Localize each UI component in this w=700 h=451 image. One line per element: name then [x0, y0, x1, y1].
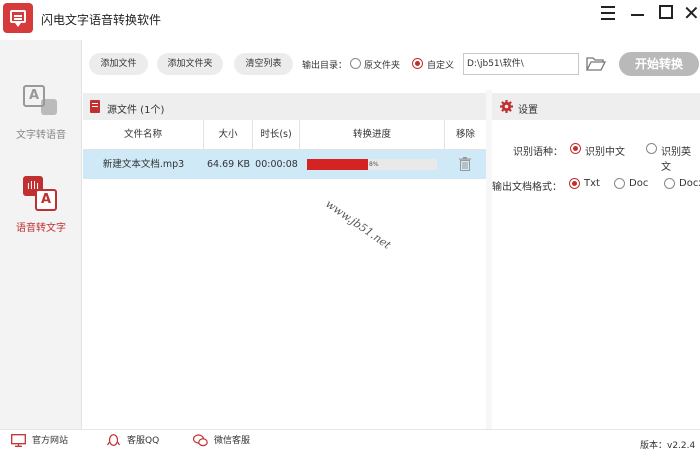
footer: 官方网站 客服QQ 微信客服 版本：v2.2.4: [0, 429, 700, 451]
text-to-speech-icon: A: [23, 83, 59, 119]
panel-divider: [486, 90, 492, 429]
output-dir-label: 输出目录：: [302, 61, 348, 71]
file-name-cell: 新建文本文档.mp3: [102, 159, 185, 170]
output-path-input[interactable]: D:\jb51\软件\: [463, 53, 579, 75]
title-bar: 闪电文字语音转换软件 ✕: [0, 0, 700, 40]
sidebar-item-label: 文字转语音: [16, 130, 66, 141]
menu-icon[interactable]: [598, 4, 620, 24]
english-radio[interactable]: [646, 143, 657, 154]
original-folder-label[interactable]: 原文件夹: [364, 58, 400, 71]
sidebar: A 文字转语音 ıllı A 语音转文字: [0, 40, 82, 429]
sidebar-item-text-to-speech[interactable]: A 文字转语音: [0, 83, 82, 151]
column-header-duration: 时长(s): [253, 120, 300, 150]
sidebar-item-speech-to-text[interactable]: ıllı A 语音转文字: [0, 172, 82, 252]
custom-folder-radio[interactable]: [412, 58, 423, 69]
settings-panel-header: 设置: [492, 93, 700, 120]
table-row[interactable]: 新建文本文档.mp3 64.69 KB 00:00:08 8%: [83, 150, 486, 179]
watermark: www.jb51.net: [323, 197, 394, 252]
version-label: 版本：v2.2.4: [640, 441, 696, 451]
speech-to-text-icon: ıllı A: [23, 176, 59, 212]
minimize-icon[interactable]: [628, 4, 650, 24]
add-file-button[interactable]: 添加文件: [89, 53, 148, 75]
start-convert-button[interactable]: 开始转换: [619, 52, 699, 76]
source-panel-title: 源文件 (1个): [107, 105, 165, 116]
txt-option-label[interactable]: Txt: [584, 178, 600, 189]
settings-title: 设置: [518, 105, 538, 116]
txt-radio[interactable]: [569, 178, 580, 189]
original-folder-radio[interactable]: [350, 58, 361, 69]
trash-icon[interactable]: [459, 157, 471, 171]
column-header-size: 大小: [204, 120, 253, 150]
qq-icon: [106, 434, 121, 447]
gear-icon: [500, 100, 513, 113]
column-header-name: 文件名称: [83, 120, 204, 150]
folder-open-icon[interactable]: [585, 56, 607, 72]
file-size-cell: 64.69 KB: [207, 159, 250, 170]
docx-option-label[interactable]: Docx: [679, 178, 700, 189]
clear-list-button[interactable]: 清空列表: [234, 53, 293, 75]
file-table-header: 文件名称 大小 时长(s) 转换进度 移除: [83, 120, 486, 150]
maximize-icon[interactable]: [656, 4, 678, 24]
doc-radio[interactable]: [614, 178, 625, 189]
sidebar-item-label: 语音转文字: [16, 223, 66, 234]
progress-bar: 8%: [307, 159, 437, 170]
column-header-remove: 移除: [455, 129, 475, 140]
chinese-radio[interactable]: [570, 143, 581, 154]
monitor-icon: [11, 434, 26, 447]
chinese-option-label[interactable]: 识别中文: [585, 143, 625, 158]
progress-percent: 8%: [369, 161, 379, 168]
wechat-icon: [192, 434, 208, 447]
english-option-label[interactable]: 识别英文: [661, 143, 700, 173]
custom-folder-label[interactable]: 自定义: [427, 58, 454, 71]
progress-fill: [307, 159, 369, 170]
format-label: 输出文档格式：: [492, 182, 562, 193]
app-title: 闪电文字语音转换软件: [41, 13, 162, 27]
document-icon: [90, 100, 100, 113]
source-panel-header: 源文件 (1个): [83, 93, 486, 120]
app-logo-icon: [3, 3, 33, 33]
toolbar: 添加文件 添加文件夹 清空列表 输出目录： 原文件夹 自定义 D:\jb51\软…: [83, 40, 700, 90]
add-folder-button[interactable]: 添加文件夹: [157, 53, 223, 75]
column-header-progress: 转换进度: [300, 120, 445, 150]
docx-radio[interactable]: [664, 178, 675, 189]
language-label: 识别语种：: [513, 147, 563, 158]
file-duration-cell: 00:00:08: [255, 159, 298, 170]
close-icon[interactable]: ✕: [683, 3, 700, 24]
doc-option-label[interactable]: Doc: [629, 178, 648, 189]
